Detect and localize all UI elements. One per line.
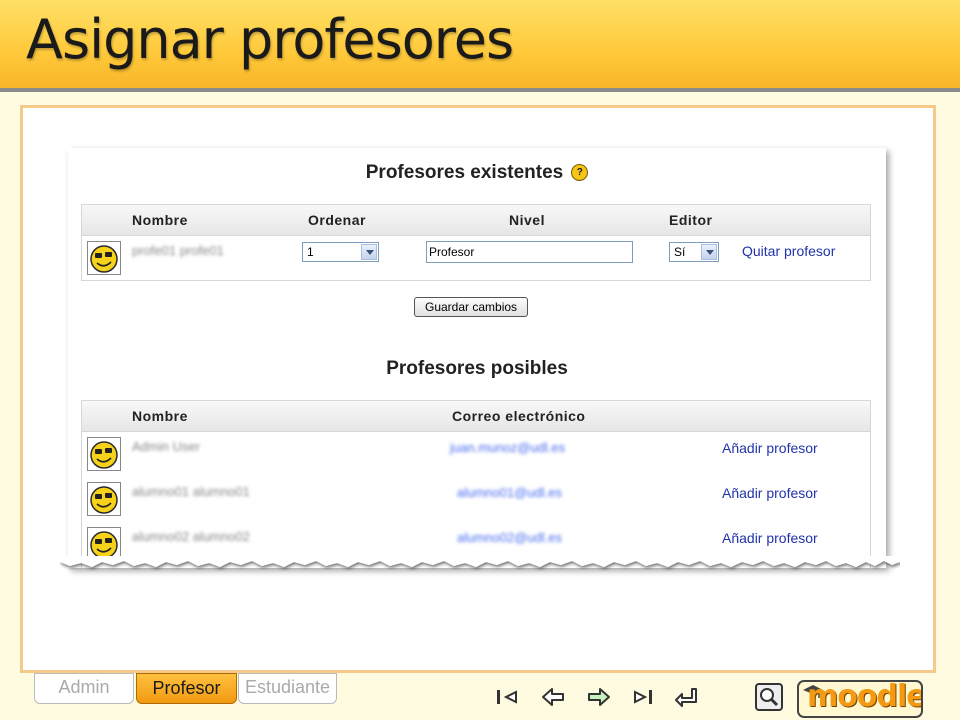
slide-header: Asignar profesores <box>0 0 960 92</box>
save-changes-button[interactable]: Guardar cambios <box>414 297 529 317</box>
next-slide-icon[interactable] <box>586 684 612 710</box>
logo-text: moodle <box>807 680 923 714</box>
add-teacher-link[interactable]: Añadir profesor <box>722 440 818 456</box>
possible-teachers-table: Nombre Correo electrónico Admin User jua… <box>81 400 871 568</box>
user-name: Admin User <box>132 439 200 454</box>
remove-teacher-link[interactable]: Quitar profesor <box>742 243 835 259</box>
last-slide-icon[interactable] <box>631 684 657 710</box>
level-input[interactable]: Profesor <box>426 241 633 263</box>
smiley-avatar-icon <box>90 245 118 273</box>
user-email: alumno01@udl.es <box>457 485 562 500</box>
prev-slide-icon[interactable] <box>540 684 566 710</box>
user-email: alumno02@udl.es <box>457 530 562 545</box>
table-header: Nombre Ordenar Nivel Editor <box>82 205 870 236</box>
chevron-down-icon <box>701 244 717 260</box>
chevron-down-icon <box>361 244 377 260</box>
col-name-header[interactable]: Nombre <box>132 212 188 228</box>
table-row: profe01 profe01 1 Profesor Sí Quitar pro… <box>82 236 870 281</box>
editor-select[interactable]: Sí <box>669 242 719 262</box>
tab-estudiante[interactable]: Estudiante <box>238 673 337 704</box>
add-teacher-link[interactable]: Añadir profesor <box>722 530 818 546</box>
slide-title: Asignar profesores <box>26 8 514 71</box>
first-slide-icon[interactable] <box>494 684 520 710</box>
user-email: juan.munoz@udl.es <box>450 440 566 455</box>
teacher-name: profe01 profe01 <box>132 243 224 258</box>
avatar <box>87 437 121 471</box>
user-name: alumno01 alumno01 <box>132 484 250 499</box>
possible-teachers-heading: Profesores posibles <box>386 358 568 379</box>
existing-teachers-table: Nombre Ordenar Nivel Editor profe01 prof… <box>81 204 871 281</box>
help-icon[interactable]: ? <box>571 164 589 182</box>
moodle-logo[interactable]: moodle <box>797 680 923 718</box>
table-row: Admin User juan.munoz@udl.es Añadir prof… <box>82 432 870 477</box>
col-email-header[interactable]: Correo electrónico <box>452 408 585 424</box>
order-select[interactable]: 1 <box>302 242 379 262</box>
col-name-header[interactable]: Nombre <box>132 408 188 424</box>
existing-teachers-heading: Profesores existentes? <box>68 162 886 184</box>
avatar <box>87 482 121 516</box>
smiley-avatar-icon <box>90 441 118 469</box>
torn-edge-decoration <box>60 556 900 567</box>
search-icon[interactable] <box>755 683 783 711</box>
table-header: Nombre Correo electrónico <box>82 401 870 432</box>
tab-profesor[interactable]: Profesor <box>136 673 237 704</box>
add-teacher-link[interactable]: Añadir profesor <box>722 485 818 501</box>
user-name: alumno02 alumno02 <box>132 529 250 544</box>
col-editor-header[interactable]: Editor <box>669 212 712 228</box>
return-icon[interactable] <box>672 684 698 710</box>
col-order-header[interactable]: Ordenar <box>308 212 366 228</box>
smiley-avatar-icon <box>90 486 118 514</box>
tab-admin[interactable]: Admin <box>34 673 134 704</box>
table-row: alumno01 alumno01 alumno01@udl.es Añadir… <box>82 477 870 522</box>
avatar <box>87 241 121 275</box>
col-level-header[interactable]: Nivel <box>509 212 545 228</box>
moodle-screenshot: Profesores existentes? Nombre Ordenar Ni… <box>68 148 886 568</box>
